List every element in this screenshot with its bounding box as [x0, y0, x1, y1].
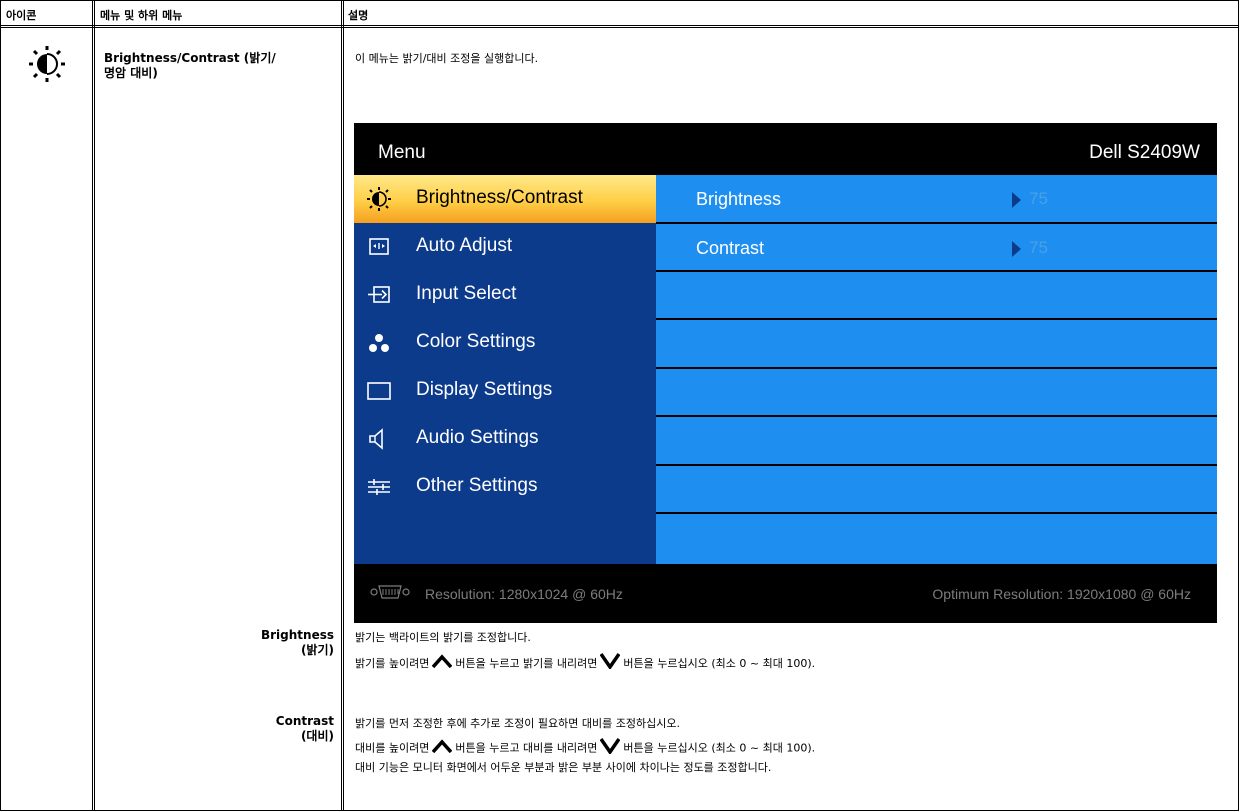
osd-header: Menu Dell S2409W	[354, 123, 1217, 181]
osd-row-value: 75	[1029, 189, 1048, 208]
contrast-desc-line-3: 대비 기능은 모니터 화면에서 어두운 부분과 밝은 부분 사이에 차이나는 정…	[355, 761, 772, 774]
column-divider-2	[341, 0, 344, 811]
column-divider-1	[92, 0, 95, 811]
osd-item-label: Auto Adjust	[416, 235, 513, 256]
osd-row-label: Contrast	[696, 238, 765, 258]
osd-screenshot: Menu Dell S2409W Brightness/Contrast Aut…	[354, 123, 1217, 623]
osd-row-value: 75	[1029, 238, 1048, 257]
brightness-label: Brightness (밝기)	[200, 628, 334, 658]
osd-menu-list: Brightness/Contrast Auto Adjust Input Se…	[354, 175, 656, 564]
osd-item-audio-settings[interactable]: Audio Settings	[354, 415, 656, 463]
osd-item-brightness-contrast[interactable]: Brightness/Contrast	[354, 175, 656, 223]
header-description: 설명	[348, 9, 369, 22]
brightness-desc-line-2: 밝기를 높이려면 버튼을 누르고 밝기를 내리려면 버튼을 누르십시오 (최소 0 …	[355, 653, 815, 675]
up-arrow-icon	[432, 654, 453, 674]
down-arrow-icon	[599, 653, 621, 675]
osd-row-contrast[interactable]: Contrast 75	[656, 224, 1217, 270]
osd-row-empty	[656, 272, 1217, 318]
osd-row-empty	[656, 417, 1217, 464]
vga-connector-icon	[370, 583, 410, 601]
menu-title-line-1: Brightness/Contrast (밝기/	[104, 51, 276, 65]
contrast-label: Contrast (대비)	[200, 714, 334, 744]
brightness-desc-part-a: 밝기를 높이려면	[355, 657, 430, 670]
osd-footer: Resolution: 1280x1024 @ 60Hz Optimum Res…	[354, 564, 1217, 623]
brightness-label-line-1: Brightness	[260, 628, 334, 642]
osd-item-input-select[interactable]: Input Select	[354, 271, 656, 319]
contrast-desc-part-a: 대비를 높이려면	[355, 741, 430, 755]
menu-description: 이 메뉴는 밝기/대비 조정을 실행합니다.	[355, 52, 539, 65]
contrast-desc-part-b: 버튼을 누르고 대비를 내리려면	[455, 741, 598, 755]
arrow-right-icon	[1012, 241, 1021, 257]
auto-adjust-icon	[366, 235, 392, 259]
display-settings-icon	[366, 379, 392, 403]
input-select-icon	[366, 283, 392, 307]
current-resolution: Resolution: 1280x1024 @ 60Hz	[425, 586, 623, 602]
contrast-label-line-2: (대비)	[300, 729, 334, 743]
osd-row-brightness[interactable]: Brightness 75	[656, 175, 1217, 222]
osd-item-auto-adjust[interactable]: Auto Adjust	[354, 223, 656, 271]
osd-model: Dell S2409W	[1089, 142, 1200, 163]
contrast-label-line-1: Contrast	[275, 714, 334, 728]
osd-item-label: Audio Settings	[416, 427, 539, 448]
osd-item-display-settings[interactable]: Display Settings	[354, 367, 656, 415]
brightness-desc-line-1: 밝기는 백라이트의 밝기를 조정합니다.	[355, 631, 531, 644]
contrast-desc-line-1: 밝기를 먼저 조정한 후에 추가로 조정이 필요하면 대비를 조정하십시오.	[355, 717, 680, 730]
osd-item-label: Input Select	[416, 283, 517, 304]
document-table: 아이콘 메뉴 및 하위 메뉴 설명 Brightness/Contrast (밝…	[0, 0, 1239, 811]
header-divider	[0, 25, 1239, 28]
osd-item-color-settings[interactable]: Color Settings	[354, 319, 656, 367]
osd-row-empty	[656, 514, 1217, 564]
osd-submenu: Brightness 75 Contrast 75	[656, 175, 1217, 564]
menu-title-line-2: 명암 대비)	[104, 66, 158, 80]
osd-row-label: Brightness	[696, 189, 782, 209]
arrow-right-icon	[1012, 192, 1021, 208]
brightness-icon	[29, 46, 65, 82]
brightness-desc-part-b: 버튼을 누르고 밝기를 내리려면	[455, 657, 598, 670]
osd-item-label: Brightness/Contrast	[416, 187, 583, 208]
contrast-description: 밝기를 먼저 조정한 후에 추가로 조정이 필요하면 대비를 조정하십시오. 대…	[355, 714, 815, 776]
audio-settings-icon	[366, 427, 392, 451]
osd-row-empty	[656, 466, 1217, 512]
color-settings-icon	[366, 331, 392, 355]
down-arrow-icon	[599, 738, 621, 759]
menu-title: Brightness/Contrast (밝기/ 명암 대비)	[104, 51, 276, 81]
up-arrow-icon	[432, 739, 453, 758]
brightness-desc-part-c: 버튼을 누르십시오 (최소 0 ~ 최대 100).	[623, 657, 816, 670]
contrast-desc-part-c: 버튼을 누르십시오 (최소 0 ~ 최대 100).	[623, 741, 816, 755]
contrast-desc-line-2: 대비를 높이려면 버튼을 누르고 대비를 내리려면 버튼을 누르십시오 (최소 0 …	[355, 738, 815, 759]
osd-item-label: Color Settings	[416, 331, 536, 352]
brightness-icon	[366, 187, 392, 211]
other-settings-icon	[366, 475, 392, 499]
brightness-description: 밝기는 백라이트의 밝기를 조정합니다. 밝기를 높이려면 버튼을 누르고 밝기를…	[355, 628, 815, 675]
osd-title: Menu	[378, 142, 426, 163]
osd-item-label: Other Settings	[416, 475, 538, 496]
osd-item-other-settings[interactable]: Other Settings	[354, 463, 656, 511]
osd-row-empty	[656, 320, 1217, 367]
header-menu: 메뉴 및 하위 메뉴	[100, 9, 183, 22]
header-icon: 아이콘	[6, 9, 37, 22]
osd-row-empty	[656, 369, 1217, 415]
brightness-label-line-2: (밝기)	[300, 643, 334, 657]
osd-item-label: Display Settings	[416, 379, 553, 400]
optimum-resolution: Optimum Resolution: 1920x1080 @ 60Hz	[932, 586, 1191, 602]
